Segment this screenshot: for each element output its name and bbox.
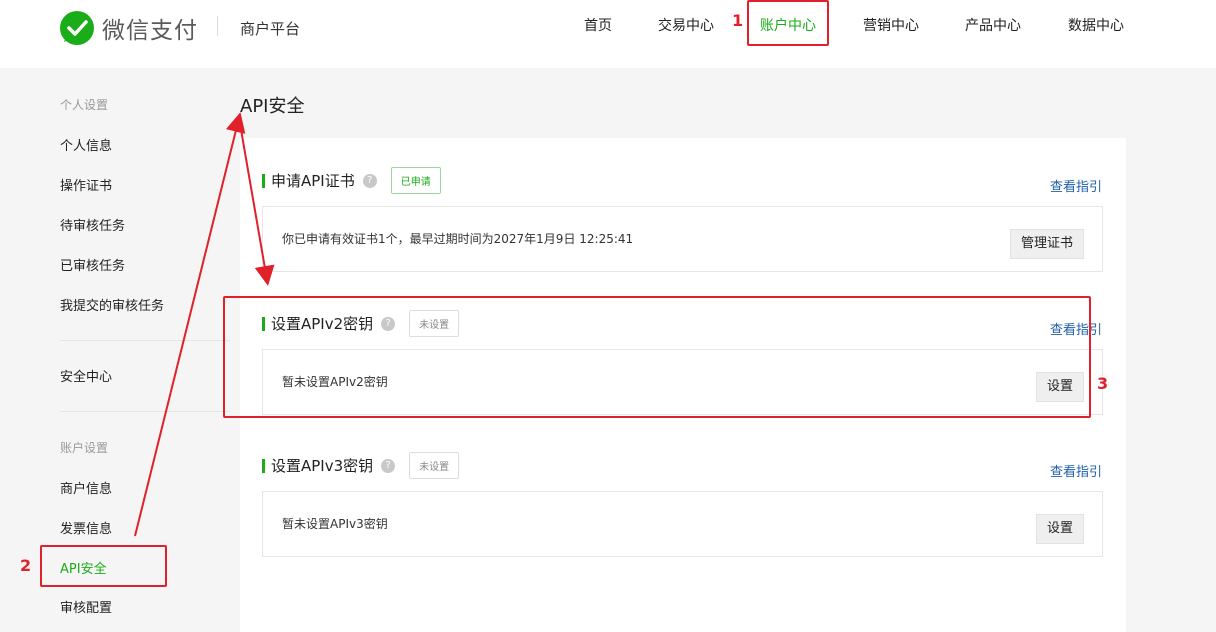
section-accent-bar [262,316,265,331]
manage-cert-button[interactable]: 管理证书 [1009,229,1084,259]
status-badge: 已申请 [390,167,441,194]
apiv3-key-box: 暂未设置APIv3密钥 设置 [262,491,1103,557]
help-icon[interactable]: ? [381,458,396,473]
apiv2-key-status-text: 暂未设置APIv2密钥 [282,375,388,389]
section-accent-bar [262,458,265,473]
sidebar-item-my-submitted[interactable]: 我提交的审核任务 [60,295,164,314]
sidebar-divider [60,411,230,412]
sidebar-item-reviewed[interactable]: 已审核任务 [60,255,125,274]
sidebar-item-merchant-info[interactable]: 商户信息 [60,478,112,497]
top-header: 微信支付 商户平台 首页 交易中心 账户中心 营销中心 产品中心 数据中心 [0,0,1216,68]
annotation-number: 1 [732,11,744,30]
view-guide-link[interactable]: 查看指引 [1050,461,1102,480]
sidebar-item-invoice-info[interactable]: 发票信息 [60,518,112,537]
sidebar-item-api-security[interactable]: API安全 [60,558,107,577]
nav-marketing-center[interactable]: 营销中心 [863,15,919,35]
view-guide-link[interactable]: 查看指引 [1050,319,1102,338]
header-divider [217,16,218,36]
sidebar-item-review-config[interactable]: 审核配置 [60,597,112,616]
section-apiv2-key-title: 设置APIv2密钥 ? 未设置 [262,310,460,337]
wechat-pay-logo-icon [60,11,94,45]
status-badge: 未设置 [409,310,460,337]
wechat-pay-logo[interactable]: 微信支付 [60,11,198,45]
help-icon[interactable]: ? [381,316,396,331]
apiv3-key-status-text: 暂未设置APIv3密钥 [282,517,388,531]
apiv2-key-box: 暂未设置APIv2密钥 设置 [262,349,1103,415]
nav-account-center[interactable]: 账户中心 [760,15,816,35]
sidebar-item-personal-info[interactable]: 个人信息 [60,135,112,154]
sidebar-item-operation-cert[interactable]: 操作证书 [60,175,112,194]
page-title: API安全 [240,96,305,117]
sidebar-divider [60,340,230,341]
nav-product-center[interactable]: 产品中心 [965,15,1021,35]
nav-trade-center[interactable]: 交易中心 [658,15,714,35]
annotation-number: 2 [20,556,32,575]
help-icon[interactable]: ? [362,173,377,188]
sidebar-item-security-center[interactable]: 安全中心 [60,366,112,385]
section-api-cert-title: 申请API证书 ? 已申请 [262,167,441,194]
set-apiv3-key-button[interactable]: 设置 [1035,514,1084,544]
nav-home[interactable]: 首页 [584,15,612,35]
section-apiv3-key-title: 设置APIv3密钥 ? 未设置 [262,452,460,479]
brand-name: 微信支付 [102,18,198,44]
set-apiv2-key-button[interactable]: 设置 [1035,372,1084,402]
section-title-text: 设置APIv2密钥 [271,315,374,333]
sidebar-group-account: 账户设置 [60,441,109,455]
api-cert-box: 你已申请有效证书1个，最早过期时间为2027年1月9日 12:25:41 管理证… [262,206,1103,272]
api-cert-status-text: 你已申请有效证书1个，最早过期时间为2027年1月9日 12:25:41 [282,232,634,246]
annotation-arrow-to-title [134,112,246,537]
sidebar-item-pending-review[interactable]: 待审核任务 [60,215,125,234]
section-title-text: 申请API证书 [271,172,355,190]
section-accent-bar [262,173,265,188]
sidebar-group-personal: 个人设置 [60,98,109,112]
section-title-text: 设置APIv3密钥 [271,457,374,475]
platform-name: 商户平台 [240,20,301,38]
status-badge: 未设置 [409,452,460,479]
api-security-panel: 申请API证书 ? 已申请 查看指引 你已申请有效证书1个，最早过期时间为202… [240,138,1126,632]
view-guide-link[interactable]: 查看指引 [1050,176,1102,195]
annotation-number: 3 [1097,374,1109,393]
nav-data-center[interactable]: 数据中心 [1068,15,1124,35]
